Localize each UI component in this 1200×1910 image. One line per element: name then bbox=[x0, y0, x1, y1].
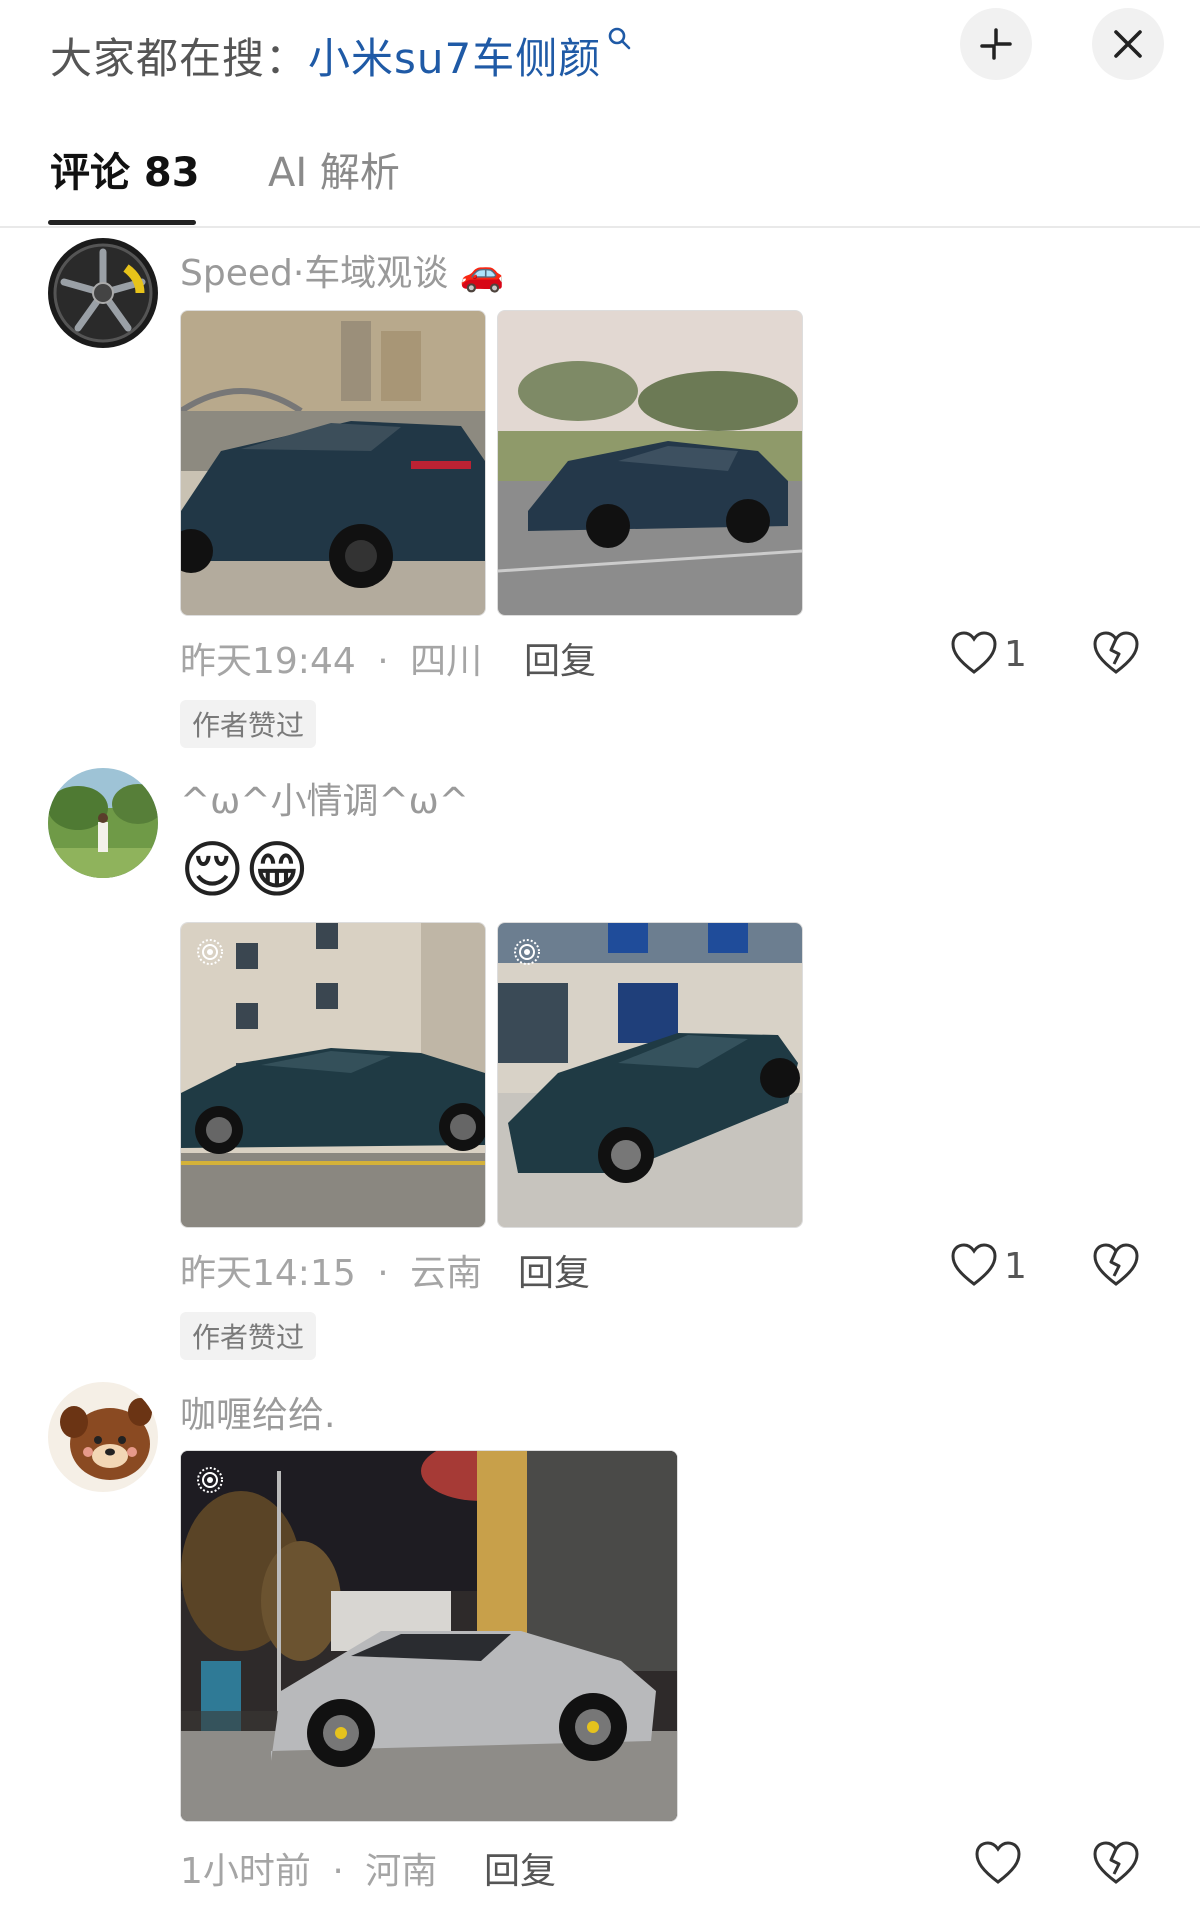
comment-location: 河南 bbox=[365, 1851, 438, 1892]
reply-button[interactable]: 回复 bbox=[484, 1842, 556, 1894]
close-icon bbox=[1111, 27, 1145, 61]
comment-time: 1小时前 bbox=[180, 1851, 311, 1892]
search-suggestion-bar[interactable]: 大家都在搜： 小米su7车侧颜 bbox=[50, 20, 633, 90]
comment-emoji-text: 😌😁 bbox=[180, 833, 310, 906]
broken-heart-icon bbox=[1092, 1242, 1140, 1288]
dislike-button[interactable] bbox=[1092, 1840, 1140, 1886]
broken-heart-icon bbox=[1092, 1840, 1140, 1886]
shrink-icon bbox=[976, 24, 1016, 64]
comment-location: 四川 bbox=[410, 641, 483, 682]
search-prefix: 大家都在搜： bbox=[50, 33, 309, 83]
like-button[interactable] bbox=[974, 1840, 1022, 1886]
comment-image[interactable] bbox=[180, 310, 486, 616]
meta-separator: · bbox=[377, 1253, 389, 1294]
comment-image[interactable] bbox=[180, 1450, 678, 1822]
meta-separator: · bbox=[332, 1851, 344, 1892]
like-count: 1 bbox=[1004, 634, 1027, 675]
dislike-button[interactable] bbox=[1092, 630, 1140, 676]
search-icon[interactable] bbox=[607, 26, 633, 52]
meta-separator: · bbox=[377, 641, 389, 682]
active-tab-indicator bbox=[48, 220, 196, 225]
search-term-link[interactable]: 小米su7车侧颜 bbox=[308, 25, 601, 86]
shrink-button[interactable] bbox=[960, 8, 1032, 80]
author-liked-badge: 作者赞过 bbox=[180, 700, 317, 748]
comment-username[interactable]: Speed·车域观谈 🚗 bbox=[180, 244, 505, 296]
dislike-button[interactable] bbox=[1092, 1242, 1140, 1288]
comment-time: 昨天19:44 bbox=[180, 641, 356, 682]
like-button[interactable] bbox=[950, 1242, 998, 1288]
comment-location: 云南 bbox=[410, 1253, 483, 1294]
tab-comments[interactable]: 评论 83 bbox=[50, 140, 200, 198]
author-liked-badge: 作者赞过 bbox=[180, 1312, 317, 1360]
comment-image[interactable] bbox=[497, 310, 803, 616]
comment-meta: 1小时前 · 河南 bbox=[180, 1842, 437, 1894]
like-button[interactable] bbox=[950, 630, 998, 676]
comment-meta: 昨天14:15 · 云南 bbox=[180, 1244, 482, 1296]
live-photo-icon bbox=[195, 937, 225, 967]
avatar[interactable] bbox=[48, 1382, 158, 1492]
tab-ai-analysis[interactable]: AI 解析 bbox=[268, 140, 400, 198]
avatar[interactable] bbox=[48, 768, 158, 878]
heart-icon bbox=[974, 1840, 1022, 1886]
like-count: 1 bbox=[1004, 1246, 1027, 1287]
live-photo-icon bbox=[195, 1465, 225, 1495]
comment-time: 昨天14:15 bbox=[180, 1253, 356, 1294]
avatar[interactable] bbox=[48, 238, 158, 348]
broken-heart-icon bbox=[1092, 630, 1140, 676]
heart-icon bbox=[950, 1242, 998, 1288]
close-button[interactable] bbox=[1092, 8, 1164, 80]
comment-image[interactable] bbox=[180, 922, 486, 1228]
reply-button[interactable]: 回复 bbox=[518, 1244, 590, 1296]
heart-icon bbox=[950, 630, 998, 676]
tabs-divider bbox=[0, 226, 1200, 228]
reply-button[interactable]: 回复 bbox=[524, 632, 596, 684]
live-photo-icon bbox=[512, 937, 542, 967]
comment-username[interactable]: 咖喱给给. bbox=[180, 1386, 335, 1438]
comment-meta: 昨天19:44 · 四川 bbox=[180, 632, 482, 684]
comment-username[interactable]: ^ω^小情调^ω^ bbox=[180, 772, 469, 824]
comment-image[interactable] bbox=[497, 922, 803, 1228]
